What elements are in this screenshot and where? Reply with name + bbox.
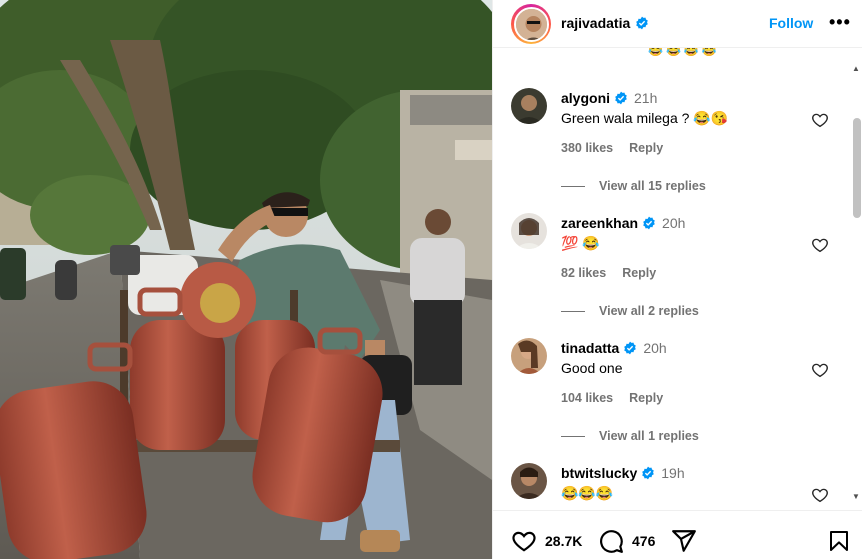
commenter-avatar-image xyxy=(511,338,547,374)
comment-meta: 82 likes Reply xyxy=(561,266,656,280)
verified-badge-icon xyxy=(643,216,655,230)
verified-badge-icon xyxy=(636,16,649,30)
commenter-avatar-image xyxy=(511,213,547,249)
view-replies-button[interactable]: View all 1 replies xyxy=(561,429,699,443)
more-icon[interactable]: ••• xyxy=(829,12,851,33)
follow-button[interactable]: Follow xyxy=(769,15,813,31)
commenter-username-text[interactable]: alygoni xyxy=(561,90,610,106)
commenter-avatar-image xyxy=(511,463,547,499)
commenter-username-text[interactable]: btwitslucky xyxy=(561,465,637,481)
comments-scrollbar[interactable]: ▲ ▼ xyxy=(850,64,862,504)
post-photo[interactable] xyxy=(0,0,492,559)
comments-list: alygoni 21h Green wala milega ? 😂😘 380 l… xyxy=(493,58,862,508)
comment-time[interactable]: 19h xyxy=(661,465,684,481)
heart-outline-icon[interactable] xyxy=(511,528,537,554)
commenter-avatar[interactable] xyxy=(511,338,547,374)
replies-divider xyxy=(561,310,585,312)
author-username[interactable]: rajivadatia xyxy=(561,15,649,31)
view-replies-button[interactable]: View all 2 replies xyxy=(561,304,699,318)
scrollbar-thumb[interactable] xyxy=(853,118,861,218)
comment-bubble-icon[interactable] xyxy=(598,528,624,554)
author-avatar[interactable] xyxy=(511,4,551,44)
comment-text: 😂😂😂 xyxy=(561,485,614,501)
comments-panel: rajivadatia Follow ••• 😂😂😂😂 alygoni 21h … xyxy=(492,0,862,559)
commenter-avatar[interactable] xyxy=(511,88,547,124)
comment-meta: 104 likes Reply xyxy=(561,391,663,405)
verified-badge-icon xyxy=(624,341,637,355)
replies-divider xyxy=(561,185,585,187)
commenter-username[interactable]: zareenkhan 20h xyxy=(561,215,685,231)
post-actions-bar: 28.7K 476 xyxy=(493,510,862,559)
commenter-username[interactable]: alygoni 21h xyxy=(561,90,657,106)
reply-button[interactable]: Reply xyxy=(629,391,663,405)
heart-outline-icon[interactable] xyxy=(811,111,829,129)
replies-divider xyxy=(561,435,585,437)
scroll-down-arrow-icon[interactable]: ▼ xyxy=(852,492,860,501)
view-replies-text[interactable]: View all 15 replies xyxy=(599,179,706,193)
heart-outline-icon[interactable] xyxy=(811,236,829,254)
comment-meta: 380 likes Reply xyxy=(561,141,663,155)
heart-outline-icon[interactable] xyxy=(811,361,829,379)
view-replies-text[interactable]: View all 1 replies xyxy=(599,429,699,443)
commenter-avatar[interactable] xyxy=(511,463,547,499)
comment-time[interactable]: 20h xyxy=(643,340,666,356)
commenter-avatar-image xyxy=(511,88,547,124)
emoji-peek: 😂😂😂😂 xyxy=(648,48,720,57)
comment-text: 💯 😂 xyxy=(561,235,600,251)
post-photo-illustration xyxy=(0,0,492,559)
comment-likes[interactable]: 104 likes xyxy=(561,391,613,405)
likes-count[interactable]: 28.7K xyxy=(545,533,582,549)
author-username-text[interactable]: rajivadatia xyxy=(561,15,630,31)
comment-likes[interactable]: 380 likes xyxy=(561,141,613,155)
reply-button[interactable]: Reply xyxy=(629,141,663,155)
comments-count[interactable]: 476 xyxy=(632,533,655,549)
verified-badge-icon xyxy=(615,91,627,105)
comment-time[interactable]: 20h xyxy=(662,215,685,231)
post-header: rajivadatia Follow ••• xyxy=(493,0,862,48)
commenter-username[interactable]: tinadatta 20h xyxy=(561,340,667,356)
commenter-username-text[interactable]: zareenkhan xyxy=(561,215,638,231)
view-replies-text[interactable]: View all 2 replies xyxy=(599,304,699,318)
commenter-avatar[interactable] xyxy=(511,213,547,249)
view-replies-button[interactable]: View all 15 replies xyxy=(561,179,706,193)
author-avatar-image xyxy=(515,8,547,40)
reply-button[interactable]: Reply xyxy=(622,266,656,280)
comment-text: Green wala milega ? 😂😘 xyxy=(561,110,729,126)
comment-time[interactable]: 21h xyxy=(634,90,657,106)
verified-badge-icon xyxy=(642,466,655,480)
comment-likes[interactable]: 82 likes xyxy=(561,266,606,280)
commenter-username-text[interactable]: tinadatta xyxy=(561,340,619,356)
bookmark-icon[interactable] xyxy=(827,528,851,554)
heart-outline-icon[interactable] xyxy=(811,486,829,504)
scroll-up-arrow-icon[interactable]: ▲ xyxy=(852,64,860,73)
commenter-username[interactable]: btwitslucky 19h xyxy=(561,465,685,481)
paper-plane-icon[interactable] xyxy=(671,528,697,554)
post-view: rajivadatia Follow ••• 😂😂😂😂 alygoni 21h … xyxy=(0,0,862,559)
comment-text: Good one xyxy=(561,360,623,376)
